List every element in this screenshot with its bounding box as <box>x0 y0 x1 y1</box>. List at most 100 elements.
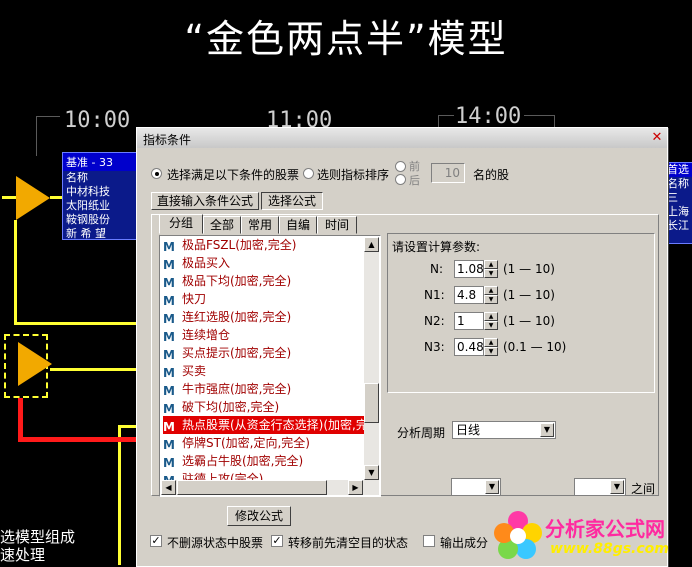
formula-list-item[interactable]: 连红选股(加密,完全) <box>163 308 291 326</box>
flow-node-icon[interactable] <box>16 176 50 220</box>
spin-up-icon[interactable]: ▲ <box>484 312 498 321</box>
spin-up-icon[interactable]: ▲ <box>484 286 498 295</box>
tab-choose-formula[interactable]: 选择公式 <box>261 192 323 210</box>
watermark-brand: 分析家公式网 <box>545 517 665 541</box>
spin-down-icon[interactable]: ▼ <box>484 347 498 356</box>
stock-row: 名称 <box>667 177 689 190</box>
range-from-select[interactable]: ▼ <box>451 478 501 496</box>
chevron-down-icon[interactable]: ▼ <box>610 480 624 494</box>
formula-list[interactable]: 极品FSZL(加密,完全) 极品买入 极品下均(加密,完全) 快刀 连红选股(加… <box>159 235 381 497</box>
page-title: “金色两点半”模型 <box>184 17 508 61</box>
tab-category-group[interactable]: 分组 <box>159 214 203 234</box>
tab-category-time[interactable]: 时间 <box>317 216 357 234</box>
formula-icon <box>163 418 177 430</box>
formula-icon <box>163 454 177 466</box>
param-panel: 请设置计算参数: N: 1.08 ▲ ▼ (1 — 10) N1: 4.8 ▲ ▼ … <box>387 233 655 393</box>
modify-formula-button[interactable]: 修改公式 <box>227 506 291 526</box>
spin-down-icon[interactable]: ▼ <box>484 269 498 278</box>
param-range: (0.1 — 10) <box>503 340 567 354</box>
formula-name: 快刀 <box>182 292 207 306</box>
stock-row: 上海 <box>667 205 689 218</box>
flow-connector <box>50 368 136 371</box>
flow-connector <box>14 322 136 325</box>
formula-list-item[interactable]: 停牌ST(加密,定向,完全) <box>163 434 310 452</box>
list-vertical-scrollbar[interactable]: ▲ ▼ <box>364 237 379 480</box>
spin-up-icon[interactable]: ▲ <box>484 338 498 347</box>
param-n3-spinner[interactable]: ▲ ▼ <box>484 338 498 356</box>
scroll-thumb-horizontal[interactable] <box>177 480 327 495</box>
scroll-right-icon[interactable]: ▶ <box>348 480 363 495</box>
formula-icon <box>163 364 177 376</box>
stock-list-box-right[interactable]: 首选 名称 三 上海 长江 <box>664 162 692 244</box>
indicator-condition-dialog: 指标条件 ✕ 选择满足以下条件的股票 选则指标排序 前 后 10 名的股 直接输… <box>136 127 668 567</box>
spin-down-icon[interactable]: ▼ <box>484 295 498 304</box>
stock-row[interactable]: 新 希 望 <box>63 227 137 241</box>
param-n-spinner[interactable]: ▲ ▼ <box>484 260 498 278</box>
checkbox-no-delete[interactable]: ✓ <box>150 535 162 547</box>
formula-icon <box>163 436 177 448</box>
scroll-left-icon[interactable]: ◀ <box>161 480 176 495</box>
flow-connector <box>2 196 16 199</box>
radio-front[interactable] <box>395 161 406 172</box>
formula-list-item[interactable]: 选霸占牛股(加密,完全) <box>163 452 303 470</box>
flower-logo-icon <box>494 511 542 559</box>
flow-node-icon[interactable] <box>18 342 52 386</box>
formula-name: 连续增仓 <box>182 328 231 342</box>
range-to-select[interactable]: ▼ <box>574 478 626 496</box>
watermark-url: www.88gs.com <box>550 541 669 557</box>
formula-list-item[interactable]: 连续增仓 <box>163 326 230 344</box>
scroll-up-icon[interactable]: ▲ <box>364 237 379 252</box>
scroll-down-icon[interactable]: ▼ <box>364 465 379 480</box>
param-n3-input[interactable]: 0.48 <box>454 338 484 356</box>
formula-icon <box>163 328 177 340</box>
spin-down-icon[interactable]: ▼ <box>484 321 498 330</box>
checkbox-output[interactable] <box>423 535 435 547</box>
scroll-thumb[interactable] <box>364 383 379 423</box>
tab-category-all[interactable]: 全部 <box>203 216 241 234</box>
param-name: N2: <box>424 314 445 328</box>
formula-name: 极品下均(加密,完全) <box>182 274 292 288</box>
spin-up-icon[interactable]: ▲ <box>484 260 498 269</box>
stock-list-box[interactable]: 基准 - 33 名称 中材科技 太阳纸业 鞍钢股份 新 希 望 <box>62 152 138 240</box>
formula-list-item[interactable]: 极品下均(加密,完全) <box>163 272 291 290</box>
close-icon[interactable]: ✕ <box>649 130 665 145</box>
stock-row[interactable]: 鞍钢股份 <box>63 213 137 227</box>
checkbox-clear-before[interactable]: ✓ <box>271 535 283 547</box>
list-horizontal-scrollbar[interactable]: ◀ ▶ <box>161 480 379 495</box>
formula-icon <box>163 274 177 286</box>
chevron-down-icon[interactable]: ▼ <box>540 423 554 437</box>
formula-list-item[interactable]: 买卖 <box>163 362 206 380</box>
param-range: (1 — 10) <box>503 314 555 328</box>
period-label: 分析周期 <box>397 426 446 440</box>
radio-rank-indicator[interactable] <box>303 168 314 179</box>
stock-row[interactable]: 中材科技 <box>63 185 137 199</box>
radio-select-condition[interactable] <box>151 168 162 179</box>
stock-list-header: 基准 - 33 <box>63 153 137 171</box>
param-n2-spinner[interactable]: ▲ ▼ <box>484 312 498 330</box>
formula-list-item[interactable]: 买点提示(加密,完全) <box>163 344 291 362</box>
formula-list-item[interactable]: 牛市强庶(加密,完全) <box>163 380 291 398</box>
param-n1-input[interactable]: 4.8 <box>454 286 484 304</box>
param-n-input[interactable]: 1.08 <box>454 260 484 278</box>
dialog-titlebar[interactable]: 指标条件 ✕ <box>137 128 667 148</box>
formula-list-item-selected[interactable]: 热点股票(从资金行态选择)(加密,完 <box>163 416 367 434</box>
tab-category-common[interactable]: 常用 <box>241 216 279 234</box>
param-n2-input[interactable]: 1 <box>454 312 484 330</box>
radio-back[interactable] <box>395 174 406 185</box>
tab-category-custom[interactable]: 自编 <box>279 216 317 234</box>
period-select[interactable]: 日线 ▼ <box>452 421 556 439</box>
radio-select-label: 选择满足以下条件的股票 <box>167 168 300 182</box>
param-n1-spinner[interactable]: ▲ ▼ <box>484 286 498 304</box>
chevron-down-icon[interactable]: ▼ <box>485 480 499 494</box>
formula-list-item[interactable]: 极品FSZL(加密,完全) <box>163 236 296 254</box>
tab-input-formula[interactable]: 直接输入条件公式 <box>151 192 259 210</box>
stock-row[interactable]: 太阳纸业 <box>63 199 137 213</box>
formula-list-item[interactable]: 破下均(加密,完全) <box>163 398 279 416</box>
annotation-line <box>18 398 23 442</box>
flow-connector <box>118 425 121 565</box>
formula-list-item[interactable]: 快刀 <box>163 290 206 308</box>
formula-name: 买点提示(加密,完全) <box>182 346 292 360</box>
rank-count-input[interactable]: 10 <box>431 163 465 183</box>
checkbox-output-label: 输出成分 <box>440 536 489 550</box>
formula-list-item[interactable]: 极品买入 <box>163 254 230 272</box>
